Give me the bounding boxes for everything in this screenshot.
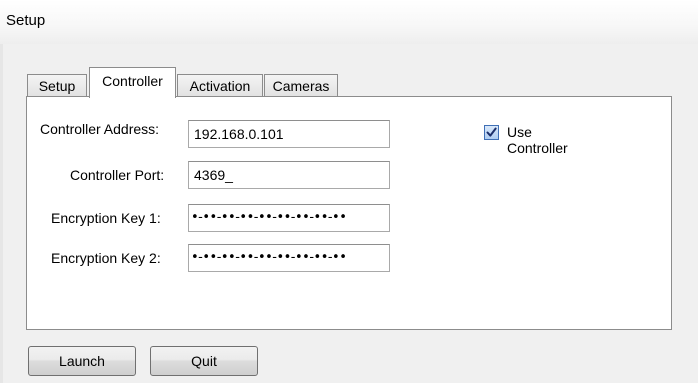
controller-address-label: Controller Address: — [40, 121, 160, 137]
tab-cameras[interactable]: Cameras — [264, 74, 338, 96]
window-title: Setup — [6, 12, 46, 29]
controller-address-input[interactable]: 192.168.0.101 — [188, 120, 390, 148]
checkmark-icon — [486, 127, 497, 137]
use-controller-label: Use Controller — [507, 124, 568, 156]
controller-port-label: Controller Port: — [70, 167, 165, 183]
encryption-key-2-input[interactable]: •-••-••-••-••-••-••-••-•• — [188, 244, 390, 272]
launch-button[interactable]: Launch — [28, 346, 136, 376]
encryption-key-1-input[interactable]: •-••-••-••-••-••-••-••-•• — [188, 204, 390, 232]
encryption-key-1-label: Encryption Key 1: — [51, 210, 161, 226]
window-left-frame — [0, 44, 3, 383]
title-bar: Setup — [0, 0, 698, 44]
setup-window: Setup Setup Controller Activation Camera… — [0, 0, 698, 383]
tab-activation[interactable]: Activation — [177, 74, 263, 96]
encryption-key-2-label: Encryption Key 2: — [51, 250, 161, 266]
tab-setup[interactable]: Setup — [27, 74, 87, 96]
quit-button[interactable]: Quit — [150, 346, 258, 376]
tab-controller[interactable]: Controller — [89, 67, 176, 98]
controller-port-input[interactable]: 4369_ — [188, 161, 390, 189]
use-controller-checkbox[interactable] — [484, 125, 499, 140]
